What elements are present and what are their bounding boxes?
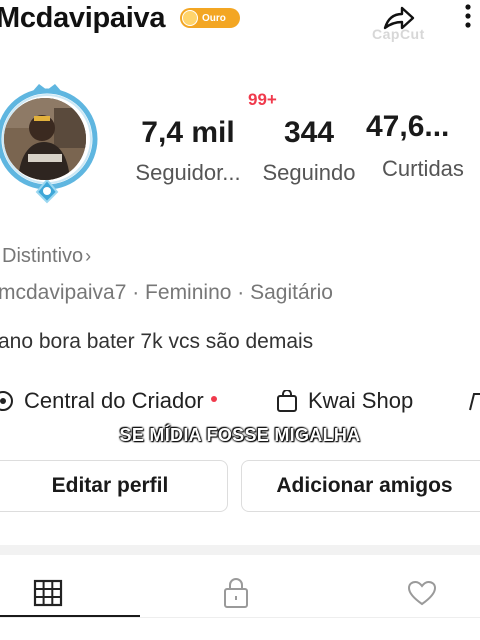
tab-grid[interactable] — [0, 565, 118, 620]
tab-private[interactable] — [166, 565, 306, 620]
stat-following[interactable]: 344 Seguindo — [256, 116, 362, 186]
distintivo-label: Distintivo — [2, 245, 84, 267]
level-badge[interactable]: Ouro — [180, 8, 240, 28]
profile-bio: ano bora bater 7k vcs são demais — [0, 330, 314, 353]
notification-count-badge: 99+ — [248, 90, 277, 109]
profile-username: Mcdavipaiva — [0, 2, 166, 34]
content-tabs — [0, 565, 480, 620]
followers-count: 7,4 mil — [141, 116, 235, 149]
creator-center-icon — [0, 391, 13, 411]
followers-label: Seguidor... — [135, 160, 241, 185]
add-friends-button[interactable]: Adicionar amigos — [241, 460, 480, 512]
more-links-partial[interactable] — [466, 386, 480, 416]
avatar[interactable] — [0, 80, 102, 220]
section-divider — [0, 545, 480, 555]
shopping-bag-icon — [277, 390, 297, 412]
tab-liked[interactable] — [352, 565, 480, 620]
stat-followers[interactable]: 7,4 mil Seguidor... — [124, 116, 252, 186]
following-label: Seguindo — [262, 160, 356, 185]
avatar-photo — [4, 98, 86, 180]
likes-label: Curtidas — [382, 156, 464, 181]
lock-icon — [224, 577, 248, 608]
following-count: 344 — [283, 116, 335, 149]
more-vertical-icon — [465, 4, 471, 28]
watermark: CapCut — [372, 26, 425, 42]
new-dot-indicator — [210, 396, 217, 402]
top-bar: Mcdavipaiva Ouro CapCut — [0, 0, 480, 42]
creator-center-link[interactable]: Central do Criador — [0, 386, 217, 416]
video-caption: SE MÍDIA FOSSE MIGALHA — [119, 425, 361, 445]
chevron-right-icon: › — [85, 246, 92, 266]
partial-link-icon — [469, 393, 480, 411]
kwai-shop-link[interactable]: Kwai Shop — [276, 386, 413, 416]
stat-likes[interactable]: 47,6... Curtidas — [366, 110, 480, 182]
badge-label: Ouro — [202, 12, 226, 24]
creator-center-label: Central do Criador — [24, 388, 204, 413]
profile-info-line: mcdavipaiva7 · Feminino · Sagitário — [0, 281, 333, 304]
grid-icon — [33, 579, 63, 606]
badge-medal-icon — [182, 10, 198, 26]
likes-count: 47,6... — [366, 110, 450, 143]
edit-profile-label: Editar perfil — [51, 474, 169, 497]
kwai-shop-label: Kwai Shop — [308, 388, 414, 413]
heart-icon — [407, 580, 437, 605]
add-friends-label: Adicionar amigos — [276, 474, 453, 497]
edit-profile-button[interactable]: Editar perfil — [0, 460, 228, 512]
tabs-bottom-border — [0, 617, 480, 618]
more-options-button[interactable] — [458, 2, 478, 34]
distintivo-link[interactable]: Distintivo › — [2, 245, 91, 268]
